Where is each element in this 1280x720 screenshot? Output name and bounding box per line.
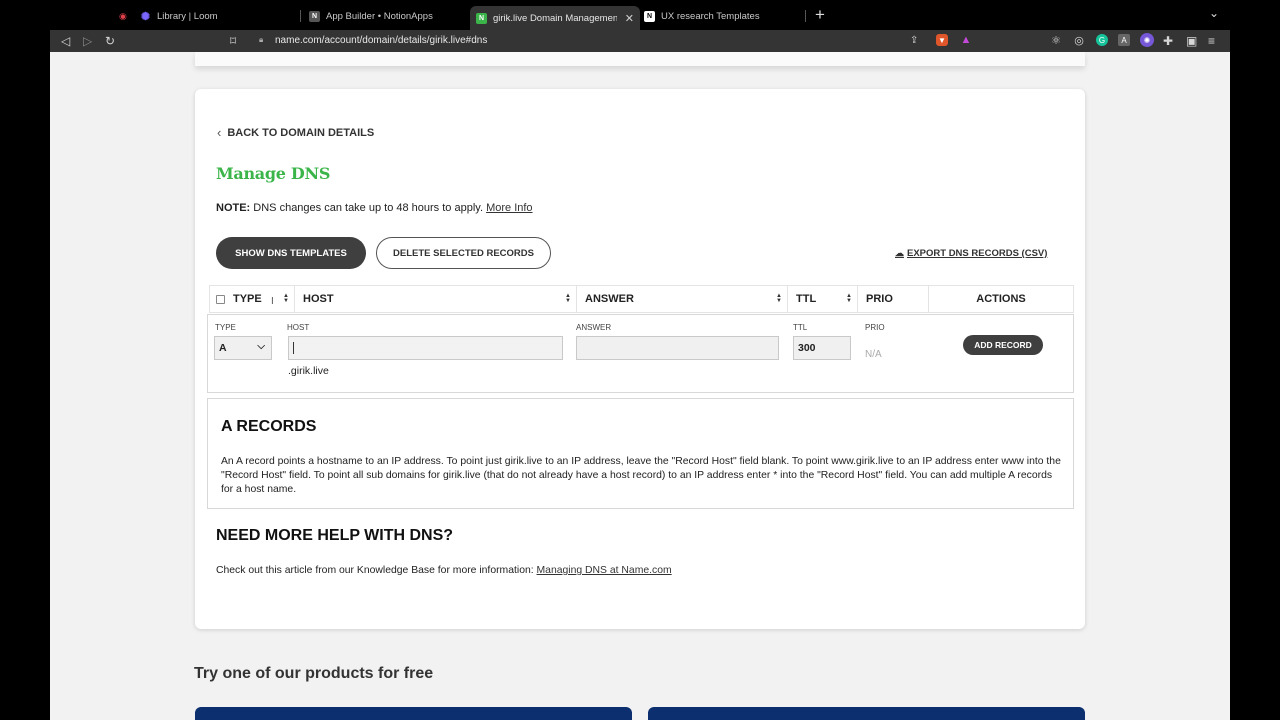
tab-title: UX research Templates xyxy=(661,10,760,22)
column-answer-label: ANSWER xyxy=(585,293,634,305)
text-extension-icon[interactable]: A xyxy=(1118,34,1130,46)
sort-icon: ▲ ▼ xyxy=(776,293,782,304)
react-devtools-icon[interactable]: ⚛ xyxy=(1050,34,1062,47)
lock-icon[interactable]: 🔒︎ xyxy=(259,35,263,45)
chevron-down-icon[interactable]: ⌄ xyxy=(1209,6,1219,20)
host-field-label: HOST xyxy=(287,323,310,332)
sort-icon: ▲ ▼ xyxy=(846,293,852,304)
more-info-link[interactable]: More Info xyxy=(486,202,532,214)
avatar-extension-icon[interactable]: ✺ xyxy=(1140,33,1154,47)
notionapps-icon: N xyxy=(309,10,320,22)
tab-title: App Builder • NotionApps xyxy=(326,10,433,22)
column-host[interactable]: HOST ▲ ▼ xyxy=(295,286,577,312)
promo-section-title: Try one of our products for free xyxy=(194,665,434,682)
answer-field-label: ANSWER xyxy=(576,323,612,332)
ttl-field-label: TTL xyxy=(793,323,808,332)
type-field-label: TYPE xyxy=(215,323,236,332)
new-tab-icon[interactable]: + xyxy=(815,6,825,24)
recording-icon[interactable]: ◉ xyxy=(119,8,127,24)
loom-icon: ✺ xyxy=(140,10,151,23)
select-all-checkbox[interactable] xyxy=(216,294,225,304)
grammarly-icon[interactable]: G xyxy=(1096,34,1108,46)
chevron-left-icon: ‹ xyxy=(217,125,222,140)
show-dns-templates-button[interactable]: SHOW DNS TEMPLATES xyxy=(216,237,366,269)
export-dns-records-link[interactable]: ☁︎ EXPORT DNS RECORDS (CSV) xyxy=(895,248,1047,259)
column-actions: ACTIONS xyxy=(929,286,1073,312)
back-to-domain-details-link[interactable]: ‹ BACK TO DOMAIN DETAILS xyxy=(217,125,374,140)
dns-note: NOTE: DNS changes can take up to 48 hour… xyxy=(216,202,533,214)
browser-toolbar: ◁ ▷ ↻ ⌑ 🔒︎ name.com/account/domain/detai… xyxy=(50,30,1230,52)
share-icon[interactable]: ⇪ xyxy=(910,33,918,49)
namecom-icon: N xyxy=(476,12,487,24)
answer-input[interactable] xyxy=(576,336,779,360)
extensions-puzzle-icon[interactable]: ✚ xyxy=(1163,33,1173,49)
promo-card-right[interactable] xyxy=(648,707,1085,720)
add-record-row: TYPE A ⌵ HOST .girik.live ANSWER TTL 300… xyxy=(207,314,1074,393)
column-prio: PRIO xyxy=(858,286,929,312)
record-type-value: A xyxy=(219,342,227,354)
export-label: EXPORT DNS RECORDS (CSV) xyxy=(907,248,1048,259)
back-link-label: BACK TO DOMAIN DETAILS xyxy=(227,126,375,139)
brave-rewards-icon[interactable]: ▲ xyxy=(960,34,972,46)
help-title: NEED MORE HELP WITH DNS? xyxy=(216,527,454,544)
tab-notionapps[interactable]: N App Builder • NotionApps xyxy=(309,6,459,26)
prio-field-label: PRIO xyxy=(865,323,885,332)
column-host-label: HOST xyxy=(303,293,334,305)
text-caret xyxy=(293,342,294,354)
column-type[interactable]: TYPE ▲ ▼ xyxy=(225,286,295,312)
prio-value: N/A xyxy=(865,349,882,360)
promo-card-left[interactable] xyxy=(195,707,632,720)
delete-selected-records-button[interactable]: DELETE SELECTED RECORDS xyxy=(376,237,551,269)
brave-shield-icon[interactable]: ▼ xyxy=(936,34,948,46)
record-type-select[interactable]: A ⌵ xyxy=(214,336,272,360)
tab-loom[interactable]: ✺ Library | Loom xyxy=(140,6,290,26)
dns-card: ‹ BACK TO DOMAIN DETAILS Manage DNS NOTE… xyxy=(195,89,1085,629)
record-extension-icon[interactable]: ◎ xyxy=(1073,34,1085,47)
close-icon[interactable]: ✕ xyxy=(625,12,634,25)
record-type-info: A RECORDS An A record points a hostname … xyxy=(207,398,1074,509)
add-record-button[interactable]: ADD RECORD xyxy=(963,335,1043,355)
help-text: Check out this article from our Knowledg… xyxy=(216,565,672,576)
column-type-label: TYPE xyxy=(233,293,262,305)
note-text: DNS changes can take up to 48 hours to a… xyxy=(250,202,487,214)
column-answer[interactable]: ANSWER ▲ ▼ xyxy=(577,286,788,312)
column-prio-label: PRIO xyxy=(866,293,893,305)
tab-ux-research[interactable]: N UX research Templates xyxy=(644,6,794,26)
tab-title: Library | Loom xyxy=(157,10,218,22)
browser-tab-strip: ◉ ✺ Library | Loom N App Builder • Notio… xyxy=(0,0,1280,30)
column-ttl[interactable]: TTL ▲ ▼ xyxy=(788,286,858,312)
page-title: Manage DNS xyxy=(216,164,331,183)
host-domain-suffix: .girik.live xyxy=(288,365,329,377)
column-ttl-label: TTL xyxy=(796,293,817,305)
note-label: NOTE: xyxy=(216,202,251,214)
dns-table-header: TYPE ▲ ▼ HOST ▲ ▼ ANSWER ▲ ▼ TTL ▲ ▼ PRIO AC… xyxy=(209,285,1074,313)
menu-icon[interactable]: ≡ xyxy=(1208,33,1215,49)
tab-domain-management[interactable]: N girik.live Domain Management | ✕ xyxy=(470,6,640,30)
chevron-down-icon: ⌵ xyxy=(257,341,265,352)
managing-dns-link[interactable]: Managing DNS at Name.com xyxy=(537,565,672,576)
cloud-download-icon: ☁︎ xyxy=(895,248,904,258)
sort-icon: ▲ ▼ xyxy=(565,293,571,304)
column-actions-label: ACTIONS xyxy=(976,293,1026,305)
host-input[interactable] xyxy=(288,336,563,360)
notion-icon: N xyxy=(644,10,655,22)
page-viewport: ‹ BACK TO DOMAIN DETAILS Manage DNS NOTE… xyxy=(50,52,1230,720)
tab-title: girik.live Domain Management | xyxy=(493,12,617,24)
record-info-body: An A record points a hostname to an IP a… xyxy=(221,456,1061,495)
sort-icon: ▲ ▼ xyxy=(283,293,289,304)
url-text[interactable]: name.com/account/domain/details/girik.li… xyxy=(275,35,487,46)
address-bar[interactable]: 🔒︎ name.com/account/domain/details/girik… xyxy=(50,31,990,51)
record-info-title: A RECORDS xyxy=(221,418,317,435)
help-text-body: Check out this article from our Knowledg… xyxy=(216,565,537,576)
ttl-input[interactable]: 300 xyxy=(793,336,851,360)
sidebar-icon[interactable]: ▣ xyxy=(1186,33,1197,49)
text-cursor-icon: I xyxy=(271,296,274,307)
header-card-edge xyxy=(195,52,1085,66)
ttl-input-value: 300 xyxy=(798,342,816,354)
